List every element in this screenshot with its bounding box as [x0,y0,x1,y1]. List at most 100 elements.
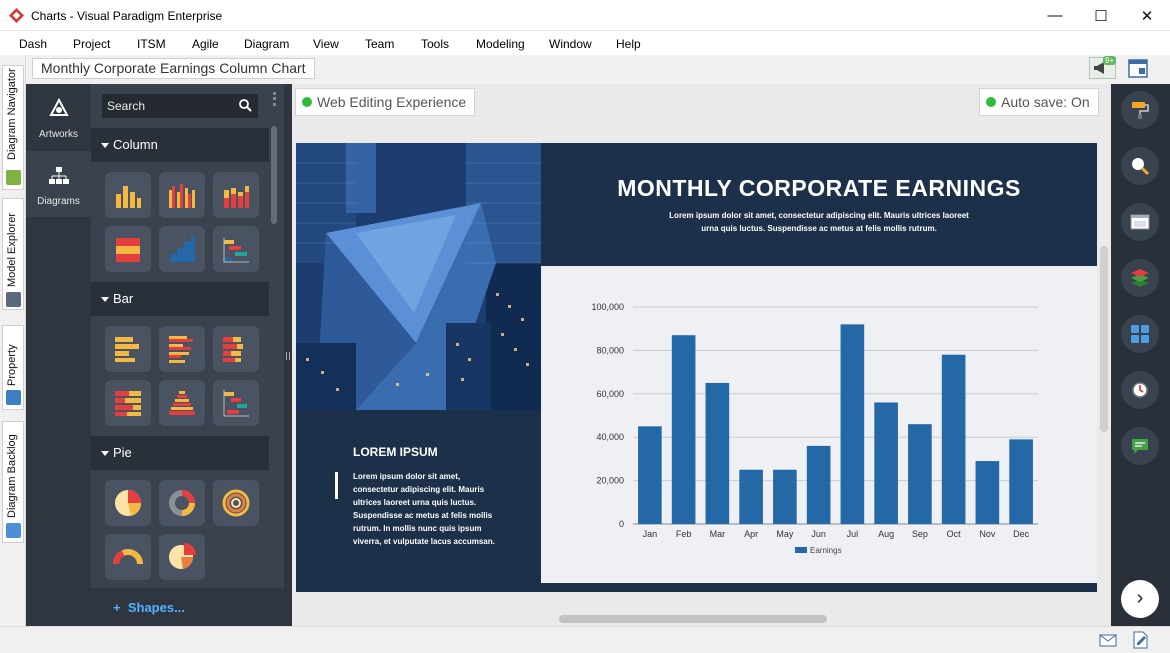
stacked-column-tile[interactable] [213,172,259,218]
pie-chart-tile[interactable] [105,480,151,526]
comments-button[interactable] [1121,427,1159,465]
poster-title[interactable]: MONTHLY CORPORATE EARNINGS [541,175,1097,202]
diagrams-button[interactable]: Diagrams [26,151,91,217]
menu-help[interactable]: Help [616,37,641,51]
menu-bar: Dash Project ITSM Agile Diagram View Tea… [0,31,1170,55]
y-axis-ticks: 0 20,000 40,000 60,000 80,000 100,000 [591,302,624,529]
layers-button[interactable] [1121,259,1159,297]
search-icon[interactable] [239,99,252,112]
search-input[interactable] [102,94,258,118]
diagram-canvas[interactable]: Web Editing Experience Auto save: On MON… [292,84,1111,626]
web-editing-indicator[interactable]: Web Editing Experience [295,88,476,116]
section-bar[interactable]: Bar [91,282,269,316]
side-accent-bar [335,472,338,499]
auto-save-indicator[interactable]: Auto save: On [979,88,1099,116]
frame-button[interactable] [1121,203,1159,241]
palette-nav: Artworks Diagrams [26,84,91,626]
menu-modeling[interactable]: Modeling [476,37,525,51]
menu-project[interactable]: Project [73,37,110,51]
x-tick-label: Aug [878,529,894,539]
bar-may[interactable] [773,469,797,524]
column-chart-tile[interactable] [105,172,151,218]
bar-dec[interactable] [1009,439,1033,524]
percent-bar-icon [115,391,141,416]
artworks-button[interactable]: Artworks [26,84,91,150]
section-pie[interactable]: Pie [91,436,269,470]
menu-team[interactable]: Team [365,37,394,51]
menu-tools[interactable]: Tools [421,37,449,51]
shapes-link[interactable]: + Shapes... [113,600,185,615]
gantt-bar-tile[interactable] [213,380,259,426]
notification-button[interactable]: 9+ [1089,56,1117,79]
tab-diagram-backlog[interactable]: Diagram Backlog [2,421,24,543]
layout-icon[interactable] [1128,59,1148,78]
pyramid-bar-tile[interactable] [159,380,205,426]
section-label: Column [113,137,158,152]
bar-mar[interactable] [705,382,730,524]
document-edit-icon[interactable] [1133,631,1148,649]
percent-bar-tile[interactable] [105,380,151,426]
mail-icon[interactable] [1099,634,1117,647]
bar-aug[interactable] [874,402,898,524]
bar-oct[interactable] [941,354,966,524]
step-column-tile[interactable] [159,226,205,272]
history-clock-icon [1132,382,1148,398]
bar-sep[interactable] [908,424,932,524]
menu-agile[interactable]: Agile [192,37,219,51]
menu-view[interactable]: View [313,37,339,51]
tab-label: Diagram Backlog [6,434,18,518]
chart-legend[interactable]: Earnings [795,546,842,555]
format-painter-button[interactable] [1121,91,1159,129]
tab-property[interactable]: Property [2,325,24,410]
bar-jun[interactable] [806,445,831,524]
title-bar: Charts - Visual Paradigm Enterprise — ☐ … [0,0,1170,31]
donut-chart-tile[interactable] [159,480,205,526]
menu-diagram[interactable]: Diagram [244,37,289,51]
bar-nov[interactable] [975,461,1000,524]
panels-button[interactable] [1121,315,1159,353]
zoom-button[interactable] [1121,147,1159,185]
palette-grip[interactable] [273,92,276,106]
exploded-pie-tile[interactable] [159,534,205,580]
section-column[interactable]: Column [91,128,269,162]
percent-column-tile[interactable] [105,226,151,272]
clustered-bar-tile[interactable] [159,326,205,372]
canvas-horizontal-scrollbar[interactable] [559,615,827,623]
chevron-right-icon[interactable]: › [1121,580,1159,618]
menu-itsm[interactable]: ITSM [137,37,166,51]
minimize-button[interactable]: — [1032,0,1078,31]
maximize-button[interactable]: ☐ [1078,0,1124,31]
bar-series[interactable] [638,324,1033,524]
ring-chart-tile[interactable] [213,480,259,526]
bar-chart-tile[interactable] [105,326,151,372]
side-title[interactable]: LOREM IPSUM [353,445,438,459]
x-tick-label: Jun [811,529,826,539]
half-donut-tile[interactable] [105,534,151,580]
side-body[interactable]: Lorem ipsum dolor sit amet, consectetur … [353,470,503,548]
chart-panel[interactable]: 0 20,000 40,000 60,000 80,000 100,000 Jan Feb M… [541,266,1097,583]
chevron-down-icon [101,451,109,456]
poster-design[interactable]: MONTHLY CORPORATE EARNINGS Lorem ipsum d… [296,143,1097,592]
clustered-column-tile[interactable] [159,172,205,218]
history-button[interactable] [1121,371,1159,409]
bar-apr[interactable] [739,469,763,524]
breadcrumb[interactable]: Monthly Corporate Earnings Column Chart [32,58,315,79]
tab-model-explorer[interactable]: Model Explorer [2,198,24,310]
tab-diagram-navigator[interactable]: Diagram Navigator [2,65,24,190]
bar-jan[interactable] [638,426,662,524]
status-dot-icon [986,97,996,107]
canvas-vertical-scrollbar[interactable] [1100,246,1108,432]
stacked-bar-tile[interactable] [213,326,259,372]
x-tick-label: Dec [1013,529,1030,539]
palette-splitter[interactable] [284,84,292,626]
gantt-column-tile[interactable] [213,226,259,272]
palette-scrollbar[interactable] [271,126,277,224]
close-button[interactable]: ✕ [1124,0,1170,31]
shapes-link-bar[interactable]: + Shapes... [91,588,284,626]
menu-window[interactable]: Window [549,37,592,51]
bar-jul[interactable] [840,324,865,524]
bar-feb[interactable] [671,335,696,524]
menu-dash[interactable]: Dash [19,37,47,51]
poster-subtitle[interactable]: Lorem ipsum dolor sit amet, consectetur … [669,209,969,235]
earnings-column-chart[interactable]: 0 20,000 40,000 60,000 80,000 100,000 Jan Feb M… [541,266,1097,583]
